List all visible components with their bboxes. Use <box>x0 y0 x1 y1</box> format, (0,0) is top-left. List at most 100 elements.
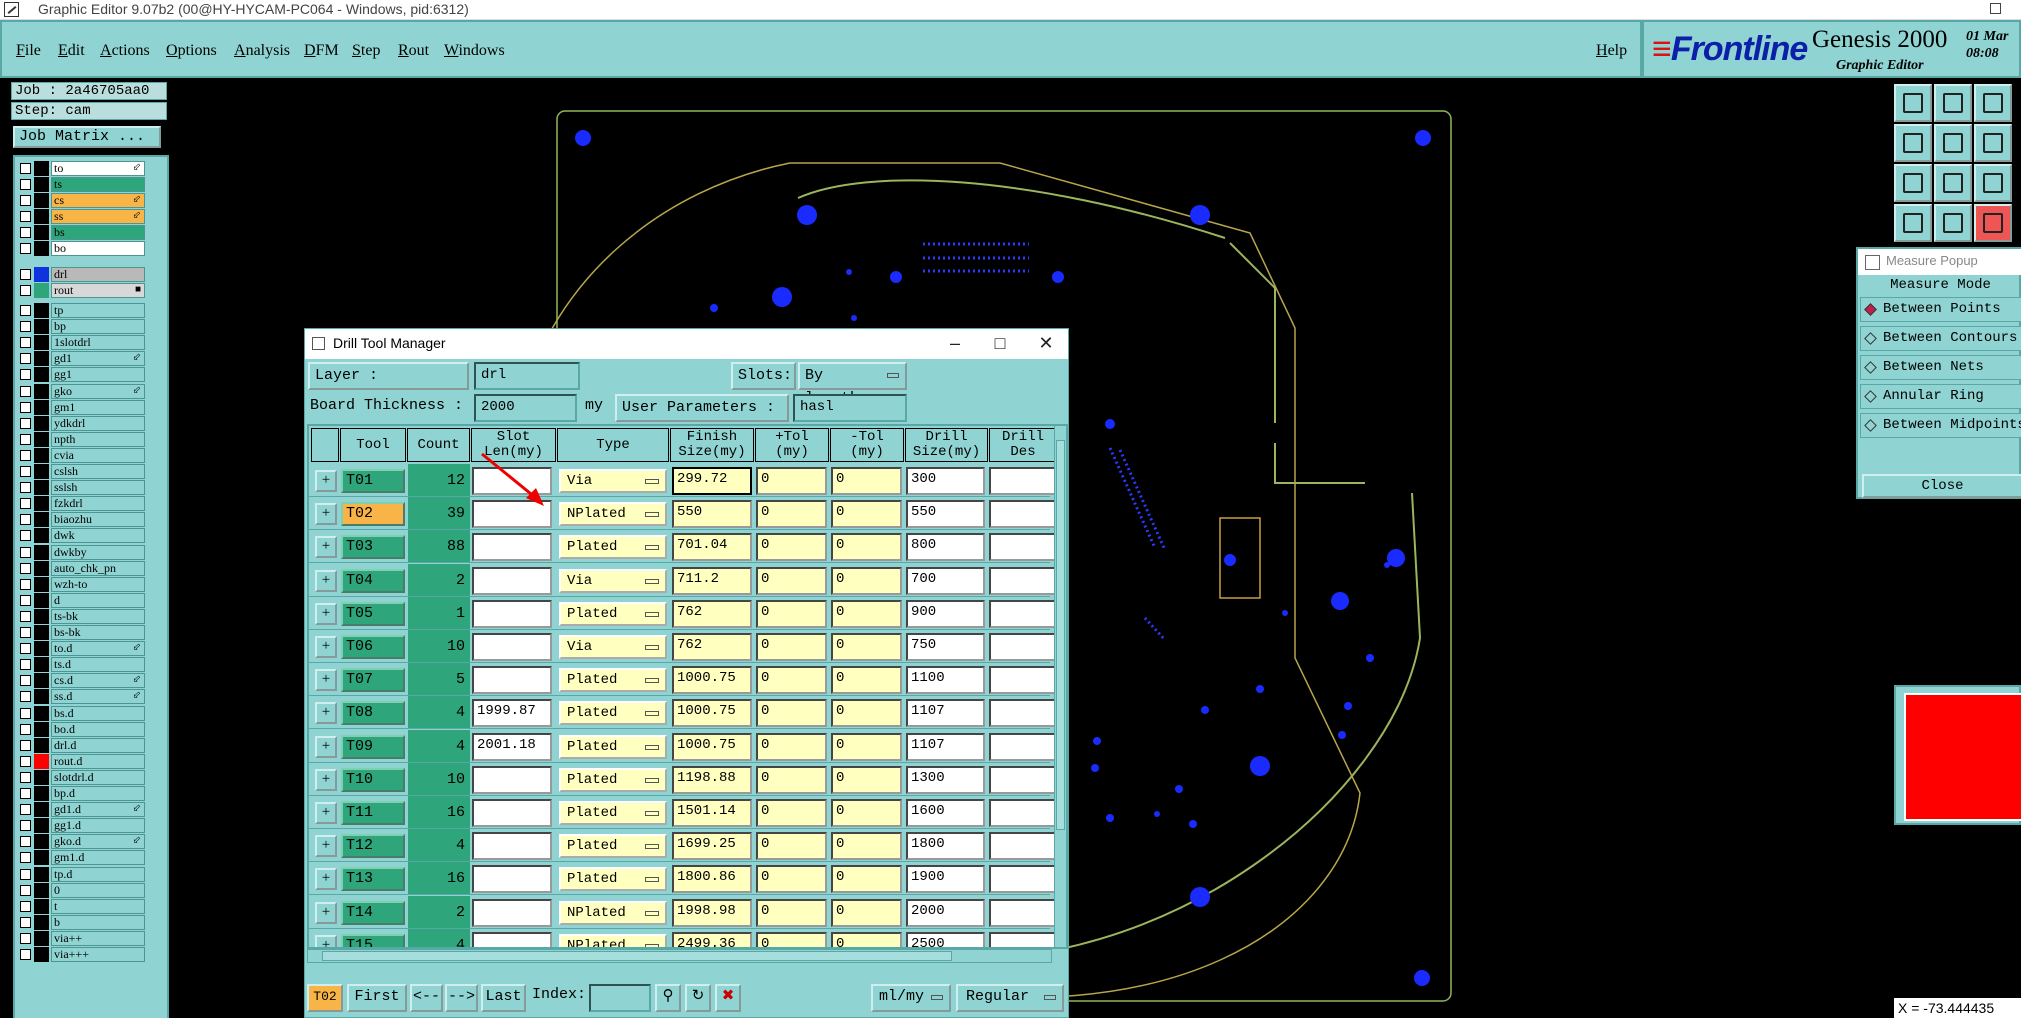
slot-len-input[interactable] <box>472 931 552 947</box>
menu-analysis[interactable]: Analysis <box>234 42 290 60</box>
expand-button[interactable]: + <box>315 934 337 947</box>
index-input[interactable] <box>589 984 651 1012</box>
slot-len-input[interactable] <box>472 633 552 661</box>
layer-name[interactable]: 1slotdrl <box>51 335 145 351</box>
layer-name[interactable]: tp.d <box>51 866 145 882</box>
layer-checkbox[interactable] <box>20 594 31 606</box>
finish-size-input[interactable]: 1000.75 <box>672 699 752 728</box>
slot-len-input[interactable] <box>472 666 552 695</box>
layer-row[interactable]: bo <box>18 241 145 256</box>
menu-options[interactable]: Options <box>166 42 217 60</box>
layer-name[interactable]: to <box>51 161 145 176</box>
layer-checkbox[interactable] <box>20 755 31 767</box>
minus-tol-input[interactable]: 0 <box>831 931 902 947</box>
layer-checkbox[interactable] <box>20 353 31 365</box>
plus-tol-input[interactable]: 0 <box>756 467 827 495</box>
layer-name[interactable]: wzh-to <box>51 576 145 592</box>
drill-size-input[interactable]: 550 <box>906 500 985 529</box>
toolbar-zoom-back-icon[interactable] <box>1934 84 1972 122</box>
layer-checkbox[interactable] <box>20 675 31 687</box>
minus-tol-input[interactable]: 0 <box>831 699 902 728</box>
layer-name[interactable]: ts-bk <box>51 608 145 624</box>
layer-checkbox[interactable] <box>20 243 31 254</box>
expand-button[interactable]: + <box>315 602 337 625</box>
layer-row[interactable]: ss ⬃ <box>18 209 145 224</box>
layer-name[interactable]: to.d <box>51 641 145 657</box>
type-dropdown[interactable]: Plated <box>559 834 667 859</box>
layer-name[interactable]: bo <box>51 241 145 256</box>
layer-row[interactable]: ss.d ⬃ <box>18 689 145 705</box>
layer-checkbox[interactable] <box>20 417 31 429</box>
drill-des-input[interactable] <box>989 832 1059 861</box>
layer-row[interactable]: slotdrl.d <box>18 769 145 785</box>
layer-checkbox[interactable] <box>20 884 31 896</box>
layer-checkbox[interactable] <box>20 179 31 190</box>
layer-checkbox[interactable] <box>20 482 31 494</box>
toolbar-home-icon[interactable] <box>1974 84 2012 122</box>
layer-row[interactable]: bo.d <box>18 721 145 737</box>
plus-tol-input[interactable]: 0 <box>756 732 827 761</box>
finish-size-input[interactable]: 2499.36 <box>672 931 752 947</box>
tool-row[interactable]: + T02 39 NPlated 550 0 0 550 <box>309 497 1059 531</box>
layer-name[interactable]: tp <box>51 303 145 318</box>
tool-button[interactable]: T03 <box>341 535 405 560</box>
units-dropdown[interactable]: ml/my <box>871 984 951 1012</box>
measure-option-between-points[interactable]: Between Points <box>1860 297 2021 322</box>
plus-tol-input[interactable]: 0 <box>756 765 827 794</box>
layer-row[interactable]: ydkdrl <box>18 415 145 431</box>
minus-tol-input[interactable]: 0 <box>831 832 902 861</box>
menu-step[interactable]: Step <box>352 42 380 60</box>
type-dropdown[interactable]: Plated <box>559 767 667 792</box>
drill-size-input[interactable]: 700 <box>906 566 985 595</box>
plus-tol-input[interactable]: 0 <box>756 500 827 529</box>
minus-tol-input[interactable]: 0 <box>831 599 902 628</box>
tool-row[interactable]: + T07 5 Plated 1000.75 0 0 1100 <box>309 663 1059 697</box>
layer-name[interactable]: drl.d <box>51 737 145 753</box>
search-icon[interactable]: ⚲ <box>655 984 681 1012</box>
expand-button[interactable]: + <box>315 669 337 692</box>
expand-button[interactable]: + <box>315 536 337 559</box>
layer-name[interactable]: gm1 <box>51 399 145 415</box>
layer-name[interactable]: gm1.d <box>51 850 145 866</box>
type-dropdown[interactable]: NPlated <box>559 933 667 947</box>
layer-name[interactable]: biaozhu <box>51 512 145 528</box>
drill-des-input[interactable] <box>989 865 1059 894</box>
layer-name[interactable]: drl <box>51 267 145 282</box>
type-dropdown[interactable]: NPlated <box>559 900 667 925</box>
layer-name[interactable]: ydkdrl <box>51 415 145 431</box>
scroll-thumb[interactable] <box>322 951 952 961</box>
cancel-icon[interactable]: ✖ <box>715 984 741 1012</box>
toolbar-zoom-home-icon[interactable] <box>1894 84 1932 122</box>
expand-button[interactable]: + <box>315 802 337 824</box>
minus-tol-input[interactable]: 0 <box>831 566 902 595</box>
layer-name[interactable]: fzkdrl <box>51 496 145 512</box>
layer-name[interactable]: gg1 <box>51 367 145 383</box>
layer-checkbox[interactable] <box>20 562 31 574</box>
measure-option-between-contours[interactable]: Between Contours <box>1860 326 2021 351</box>
layer-name[interactable]: d <box>51 592 145 608</box>
expand-button[interactable]: + <box>315 569 337 592</box>
layer-name[interactable]: via+++ <box>51 947 145 962</box>
close-icon[interactable]: ✕ <box>1034 332 1058 356</box>
layer-checkbox[interactable] <box>20 707 31 719</box>
tool-row[interactable]: + T04 2 Via 711.2 0 0 700 <box>309 563 1059 597</box>
menu-file[interactable]: File <box>16 42 41 60</box>
job-matrix-button[interactable]: Job Matrix ... <box>13 126 161 148</box>
layer-name[interactable]: via++ <box>51 930 145 946</box>
minus-tol-input[interactable]: 0 <box>831 467 902 495</box>
layer-checkbox[interactable] <box>20 820 31 832</box>
drill-size-input[interactable]: 1100 <box>906 666 985 695</box>
tool-button[interactable]: T02 <box>341 502 405 527</box>
minus-tol-input[interactable]: 0 <box>831 765 902 794</box>
layer-name[interactable]: slotdrl.d <box>51 769 145 785</box>
tool-button[interactable]: T07 <box>341 668 405 693</box>
layer-name[interactable]: npth <box>51 431 145 447</box>
drill-size-input[interactable]: 2500 <box>906 931 985 947</box>
first-button[interactable]: First <box>347 984 407 1012</box>
measure-option-between-midpoints[interactable]: Between Midpoints <box>1860 413 2021 438</box>
tool-row[interactable]: + T01 12 Via 299.72 0 0 300 <box>309 464 1059 497</box>
type-dropdown[interactable]: Via <box>559 568 667 593</box>
slot-len-input[interactable] <box>472 533 552 562</box>
layer-name[interactable]: bp <box>51 319 145 335</box>
tool-button[interactable]: T04 <box>341 568 405 593</box>
